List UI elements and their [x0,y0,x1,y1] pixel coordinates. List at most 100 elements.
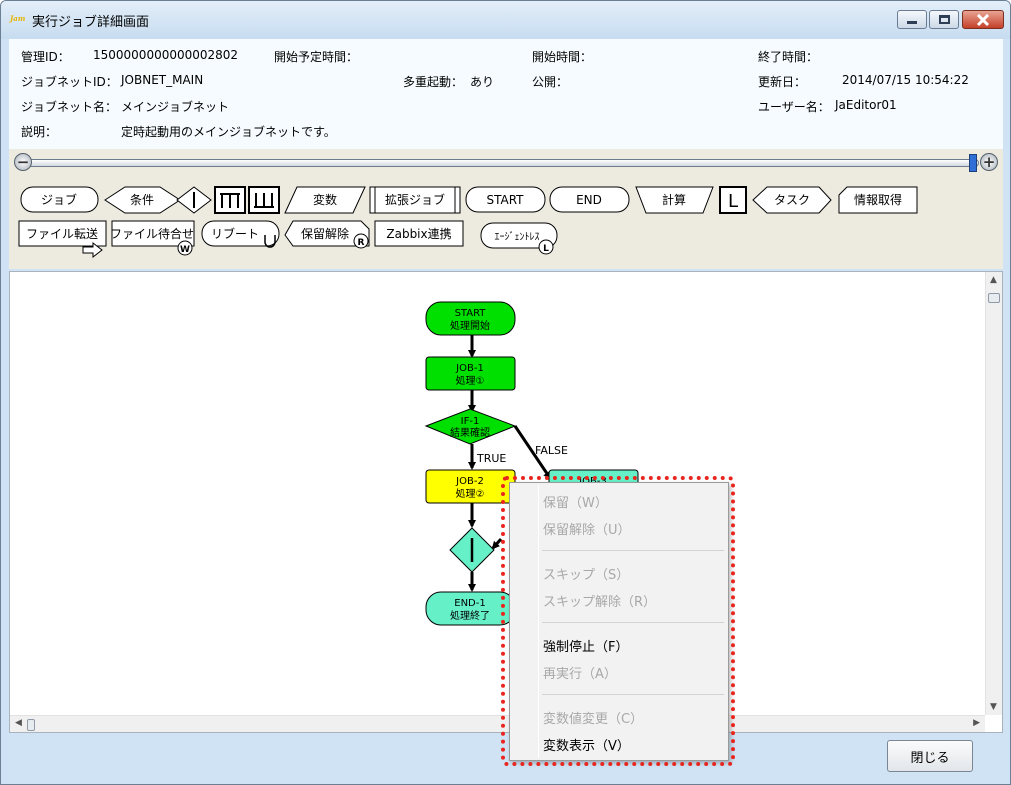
jobnet-flow-diagram: START 処理開始 JOB-1 処理① IF-1 結果確認 TRUE FALS… [424,301,639,626]
maximize-button[interactable] [929,10,959,29]
close-button[interactable]: 閉じる [887,740,973,772]
palette-loop[interactable]: L [719,186,747,214]
icon-palette: ジョブ 条件 変数 拡張ジョブ START END 計算 L タスク 情報取得 … [18,186,918,259]
palette-file-transfer[interactable]: ファイル転送 [18,220,107,259]
palette-agentless-label: ｴｰｼﾞｪﾝﾄﾚｽ [495,231,540,243]
flow-node-job2[interactable]: JOB-2 処理② [425,469,516,504]
close-icon [976,13,990,26]
job2-node-line1: JOB-2 [455,476,484,487]
jobnet-id-label: ジョブネットID： [21,75,118,89]
palette-file-transfer-label: ファイル転送 [26,226,98,241]
palette-extended-job[interactable]: 拡張ジョブ [369,186,461,214]
menu-item-hold-release[interactable]: 保留解除（U） [543,519,631,538]
manage-id-value: 1500000000000002802 [93,48,239,62]
palette-condition-label: 条件 [130,193,154,207]
app-logo-icon: Jam [10,14,26,23]
palette-agentless[interactable]: ｴｰｼﾞｪﾝﾄﾚｽ L [480,222,558,255]
start-node-line1: START [455,308,487,319]
palette-variable[interactable]: 変数 [284,186,366,214]
palette-variable-label: 変数 [313,192,337,207]
end1-node-line2: 処理終了 [450,609,490,622]
menu-separator [542,694,724,695]
scroll-right-icon[interactable]: ▶ [973,718,980,728]
agentless-badge: L [543,244,549,254]
palette-task[interactable]: タスク [752,186,832,214]
palette-info-get[interactable]: 情報取得 [838,186,918,214]
flow-node-job1[interactable]: JOB-1 処理① [425,356,516,391]
toolbar-area: − + ジョブ 条件 変数 拡張ジョブ START END 計算 L タスク 情… [9,149,1003,269]
close-window-button[interactable] [962,10,1004,29]
palette-extended-job-label: 拡張ジョブ [385,192,445,207]
connector-job3-merge [491,538,503,550]
user-name-label: ユーザー名： [758,100,830,114]
menu-item-variable-change[interactable]: 変数値変更（C） [543,708,643,727]
horizontal-scroll-thumb[interactable] [27,719,35,731]
job-detail-window: Jam 実行ジョブ詳細画面 管理ID： 1500000000000002802 … [0,0,1011,785]
scroll-down-icon[interactable]: ▼ [990,702,997,712]
palette-parallel-branch[interactable] [214,186,246,214]
start-time-label: 開始時間： [532,50,593,64]
multi-start-label: 多重起動： [403,75,464,89]
jobnet-id-value: JOBNET_MAIN [121,73,204,87]
palette-zabbix[interactable]: Zabbix連携 [374,220,464,247]
palette-start-label: START [486,193,524,207]
menu-separator [542,550,724,551]
file-wait-badge: W [180,245,190,255]
flow-node-start[interactable]: START 処理開始 [425,301,516,336]
description-label: 説明： [21,125,58,139]
palette-task-label: タスク [774,193,810,207]
scroll-up-icon[interactable]: ▲ [990,275,997,285]
palette-hold-release[interactable]: 保留解除 R [284,220,370,249]
maximize-icon [938,15,950,24]
start-node-line2: 処理開始 [450,319,490,332]
jobnet-name-value: メインジョブネット [121,100,230,114]
flow-node-if1[interactable]: IF-1 結果確認 [424,408,517,445]
palette-loop-label: L [728,191,738,212]
palette-file-wait[interactable]: ファイル待合せ W [110,220,195,256]
palette-end[interactable]: END [549,186,630,213]
palette-start[interactable]: START [465,186,546,213]
false-branch-label: FALSE [535,444,568,457]
menu-separator [542,622,724,623]
jobnet-info-panel: 管理ID： 1500000000000002802 開始予定時間： 開始時間： … [9,39,1003,149]
menu-item-variable-show[interactable]: 変数表示（V） [543,735,630,754]
menu-item-hold[interactable]: 保留（W） [543,492,608,511]
palette-calc[interactable]: 計算 [635,186,714,214]
menu-item-skip-release[interactable]: スキップ解除（R） [543,591,656,610]
vertical-scrollbar[interactable]: ▲ ▼ [985,272,1002,715]
minimize-icon [907,21,917,24]
context-menu: 保留（W） 保留解除（U） スキップ（S） スキップ解除（R） 強制停止（F） … [509,482,729,761]
palette-condition[interactable]: 条件 [104,186,181,214]
vertical-scroll-thumb[interactable] [988,293,1000,303]
palette-info-get-label: 情報取得 [854,192,902,207]
title-bar: Jam 実行ジョブ詳細画面 [1,1,1010,39]
true-branch-label: TRUE [476,452,506,465]
flow-canvas[interactable]: START 処理開始 JOB-1 処理① IF-1 結果確認 TRUE FALS… [9,271,1003,733]
palette-parallel-join[interactable] [248,186,280,214]
palette-file-wait-label: ファイル待合せ [110,226,194,241]
palette-parallel-start[interactable] [176,186,212,214]
palette-job[interactable]: ジョブ [20,186,99,213]
palette-end-label: END [576,193,602,207]
flow-node-merge[interactable] [449,527,495,573]
flow-node-end1[interactable]: END-1 処理終了 [425,591,516,626]
palette-reboot-label: リブート [211,226,259,241]
user-name-value: JaEditor01 [835,98,897,112]
window-title: 実行ジョブ詳細画面 [32,15,150,30]
description-value: 定時起動用のメインジョブネットです。 [121,125,336,139]
palette-reboot[interactable]: リブート [201,220,280,248]
menu-item-rerun[interactable]: 再実行（A） [543,663,617,682]
palette-calc-label: 計算 [662,192,686,207]
palette-zabbix-label: Zabbix連携 [386,226,451,241]
scroll-left-icon[interactable]: ◀ [15,718,22,728]
menu-item-force-stop[interactable]: 強制停止（F） [543,636,628,655]
job1-node-line1: JOB-1 [455,363,484,374]
job1-node-line2: 処理① [456,374,485,387]
horizontal-scrollbar[interactable]: ◀ ▶ [10,715,985,732]
minimize-button[interactable] [897,10,927,29]
job2-node-line2: 処理② [456,487,485,500]
palette-hold-release-label: 保留解除 [301,226,349,241]
menu-icon-gutter [538,485,539,758]
updated-label: 更新日： [758,75,807,89]
menu-item-skip[interactable]: スキップ（S） [543,564,629,583]
